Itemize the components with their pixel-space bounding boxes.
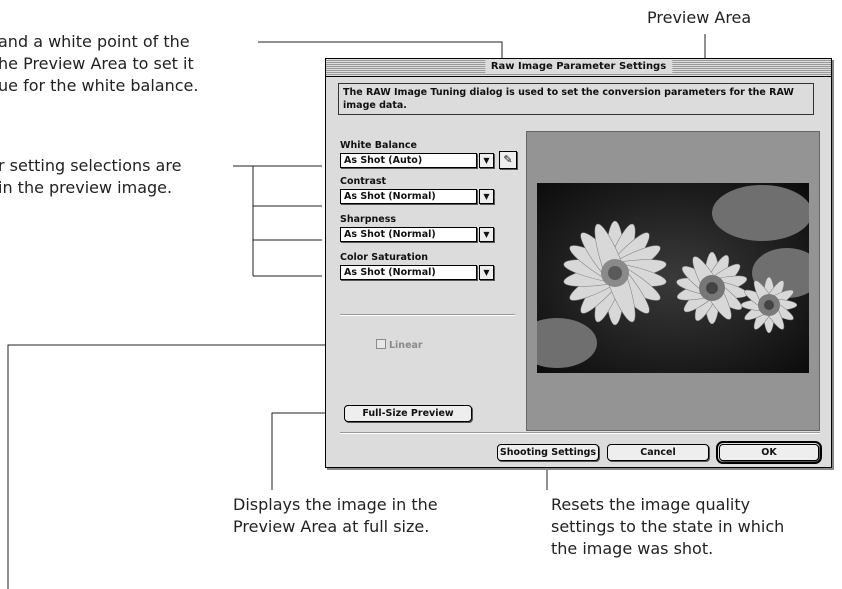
- annotation-full-size: Displays the image in the Preview Area a…: [233, 495, 438, 536]
- annotation-preview-area: Preview Area: [647, 8, 752, 27]
- annotation-settings: r setting selections are in the preview …: [0, 156, 182, 197]
- chevron-down-icon[interactable]: ▼: [479, 227, 494, 242]
- raw-image-parameter-dialog: Raw Image Parameter Settings The RAW Ima…: [325, 58, 832, 468]
- description-box: The RAW Image Tuning dialog is used to s…: [338, 83, 814, 115]
- white-balance-label: White Balance: [340, 140, 417, 151]
- chevron-down-icon[interactable]: ▼: [479, 153, 494, 168]
- white-balance-select[interactable]: As Shot (Auto): [340, 153, 477, 168]
- contrast-select[interactable]: As Shot (Normal): [340, 189, 477, 204]
- dialog-title: Raw Image Parameter Settings: [484, 60, 673, 74]
- linear-checkbox[interactable]: Linear: [376, 339, 423, 351]
- divider: [340, 314, 515, 316]
- color-saturation-select[interactable]: As Shot (Normal): [340, 265, 477, 280]
- sharpness-select[interactable]: As Shot (Normal): [340, 227, 477, 242]
- sharpness-label: Sharpness: [340, 214, 397, 225]
- leader-linear: [7, 344, 376, 589]
- eyedropper-icon[interactable]: ✎: [499, 151, 517, 169]
- cancel-button[interactable]: Cancel: [607, 444, 709, 461]
- title-bar[interactable]: Raw Image Parameter Settings: [326, 59, 831, 77]
- full-size-preview-button[interactable]: Full-Size Preview: [344, 405, 472, 422]
- chevron-down-icon[interactable]: ▼: [479, 265, 494, 280]
- footer-divider: [340, 432, 820, 434]
- color-saturation-label: Color Saturation: [340, 252, 429, 263]
- annotation-shooting: Resets the image quality settings to the…: [551, 495, 785, 558]
- chevron-down-icon[interactable]: ▼: [479, 189, 494, 204]
- checkbox-icon: [376, 339, 386, 349]
- shooting-settings-button[interactable]: Shooting Settings: [497, 444, 599, 461]
- contrast-label: Contrast: [340, 176, 387, 187]
- ok-button[interactable]: OK: [716, 441, 822, 464]
- annotation-white-point: and a white point of the he Preview Area…: [0, 32, 199, 95]
- preview-area: [526, 131, 820, 431]
- preview-photo: [537, 183, 809, 373]
